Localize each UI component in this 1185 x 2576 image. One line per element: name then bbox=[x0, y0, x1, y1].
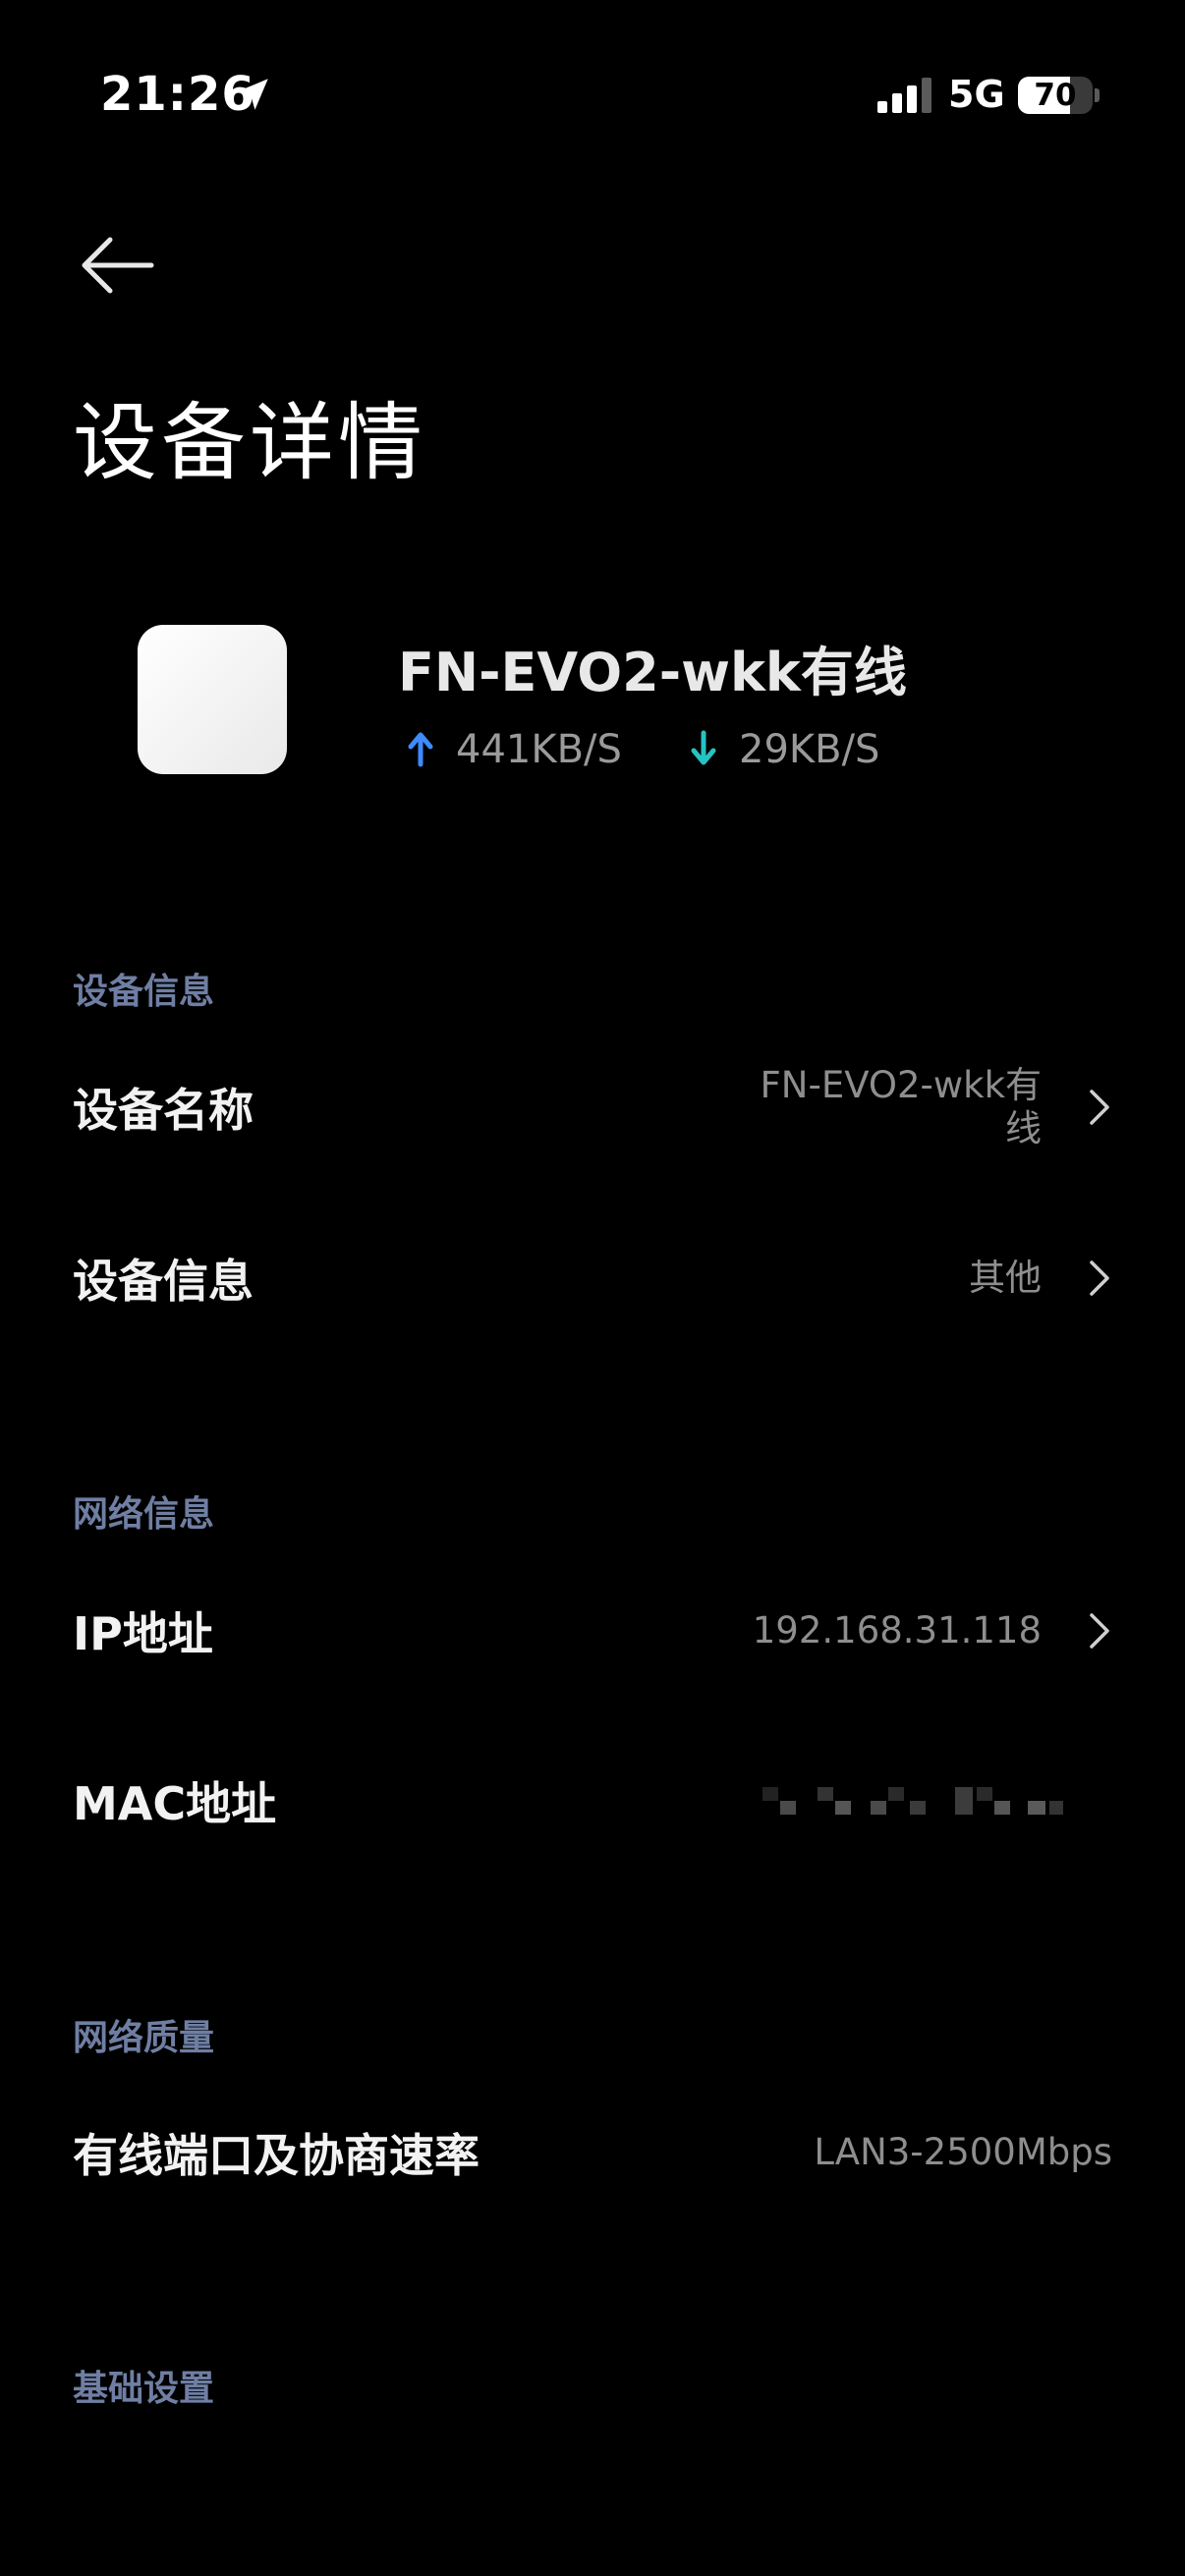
device-name-label: 设备名称 bbox=[73, 1084, 254, 1137]
device-info-value: 其他 bbox=[969, 1257, 1042, 1299]
device-icon bbox=[138, 625, 287, 774]
device-name: FN-EVO2-wkk有线 bbox=[398, 642, 907, 703]
upload-speed: 441KB/S bbox=[405, 727, 622, 772]
ip-address-label: IP地址 bbox=[73, 1607, 213, 1660]
battery-percent: 70 bbox=[1034, 78, 1077, 113]
wired-port-value: LAN3-2500Mbps bbox=[814, 2131, 1112, 2173]
ip-address-value: 192.168.31.118 bbox=[752, 1609, 1042, 1652]
section-label-basic-settings: 基础设置 bbox=[73, 2369, 215, 2409]
battery-icon: 70 bbox=[1018, 77, 1093, 114]
chevron-right-icon bbox=[1090, 1090, 1109, 1125]
upload-arrow-icon bbox=[408, 732, 433, 767]
mac-address-mosaic bbox=[762, 1787, 1063, 1815]
download-speed: 29KB/S bbox=[688, 727, 879, 772]
device-name-value: FN-EVO2-wkk有线 bbox=[760, 1064, 1042, 1149]
battery-cap bbox=[1095, 88, 1100, 102]
ip-address-row[interactable]: IP地址 192.168.31.118 bbox=[0, 1557, 1185, 1705]
section-label-device-info: 设备信息 bbox=[73, 972, 215, 1012]
network-type: 5G bbox=[948, 73, 1005, 116]
chevron-right-icon bbox=[1090, 1613, 1109, 1649]
download-arrow-icon bbox=[691, 730, 716, 765]
device-name-row[interactable]: 设备名称 FN-EVO2-wkk有线 bbox=[0, 1034, 1185, 1181]
device-info-label: 设备信息 bbox=[73, 1255, 254, 1308]
upload-speed-value: 441KB/S bbox=[456, 727, 622, 772]
cellular-signal-icon bbox=[877, 78, 931, 113]
mac-address-row: MAC地址 bbox=[0, 1727, 1185, 1875]
section-label-network-info: 网络信息 bbox=[73, 1494, 215, 1535]
location-arrow-icon bbox=[237, 79, 268, 110]
chevron-right-icon bbox=[1090, 1260, 1109, 1296]
wired-port-row: 有线端口及协商速率 LAN3-2500Mbps bbox=[0, 2079, 1185, 2226]
mac-address-label: MAC地址 bbox=[73, 1777, 277, 1830]
page-title: 设备详情 bbox=[73, 394, 426, 492]
status-bar: 21:26 5G 70 bbox=[0, 0, 1185, 196]
back-arrow-icon[interactable] bbox=[79, 231, 157, 300]
section-label-network-quality: 网络质量 bbox=[73, 2018, 215, 2058]
wired-port-label: 有线端口及协商速率 bbox=[73, 2129, 480, 2182]
device-info-row[interactable]: 设备信息 其他 bbox=[0, 1204, 1185, 1352]
download-speed-value: 29KB/S bbox=[739, 727, 880, 772]
